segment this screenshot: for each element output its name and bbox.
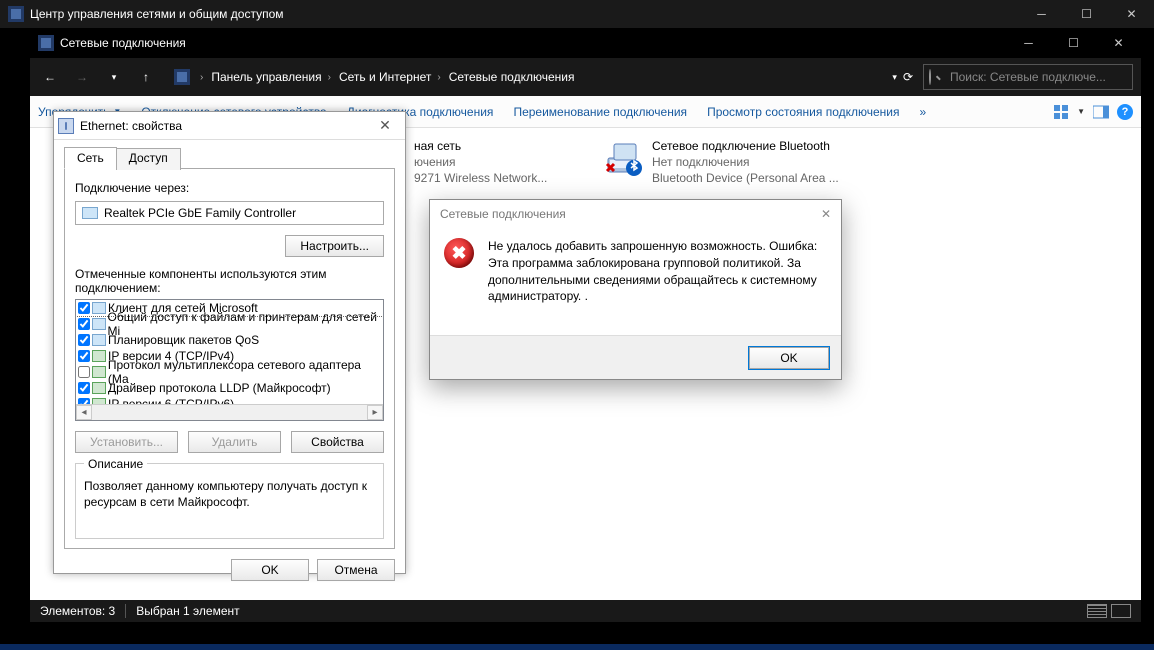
connection-item-bluetooth[interactable]: Сетевое подключение Bluetooth Нет подклю… [604,138,864,187]
error-dialog: Сетевые подключения ✕ ✖ Не удалось добав… [429,199,842,380]
component-checkbox[interactable] [78,334,90,346]
adapter-icon [82,207,98,219]
connect-via-label: Подключение через: [75,181,384,195]
ethernet-icon [58,118,74,134]
tab-bar: Сеть Доступ [64,146,395,169]
close-button[interactable]: ✕ [821,207,831,221]
connection-status: ючения [414,154,547,170]
icons-view-button[interactable] [1111,604,1131,618]
ethernet-properties-dialog: Ethernet: свойства ✕ Сеть Доступ Подключ… [53,111,406,574]
description-title: Описание [84,457,147,471]
minimize-button[interactable]: ─ [1006,29,1051,57]
properties-button[interactable]: Свойства [291,431,384,453]
refresh-button[interactable]: ⟳ [903,70,913,84]
component-item[interactable]: Общий доступ к файлам и принтерам для се… [76,316,383,332]
components-label: Отмеченные компоненты используются этим … [75,267,384,295]
back-button[interactable]: ← [36,63,64,91]
scroll-right-button[interactable]: ▸ [367,405,383,420]
connection-device: Bluetooth Device (Personal Area ... [652,170,839,186]
component-item[interactable]: Протокол мультиплексора сетевого адаптер… [76,364,383,380]
error-title: Сетевые подключения [440,207,821,221]
address-dropdown-button[interactable]: ▾ [892,72,897,83]
protocol-icon [92,382,106,394]
component-label: Драйвер протокола LLDP (Майкрософт) [108,381,331,395]
explorer-statusbar: Элементов: 3 Выбран 1 элемент [30,600,1141,622]
component-label: Планировщик пакетов QoS [108,333,259,347]
explorer-titlebar[interactable]: Сетевые подключения ─ ☐ ✕ [30,28,1141,58]
component-checkbox[interactable] [78,366,90,378]
ok-button[interactable]: OK [749,347,829,369]
bluetooth-icon [604,138,644,178]
cancel-button[interactable]: Отмена [317,559,395,581]
breadcrumb-item[interactable]: Панель управления› [207,70,335,84]
protocol-icon [92,350,106,362]
address-bar[interactable]: › Панель управления› Сеть и Интернет› Се… [170,64,876,90]
connection-name: ная сеть [414,138,547,154]
preview-pane-button[interactable] [1093,104,1109,120]
network-connections-icon [38,35,54,51]
dialog-titlebar[interactable]: Ethernet: свойства ✕ [54,112,405,140]
adapter-name: Realtek PCIe GbE Family Controller [104,206,296,220]
component-checkbox[interactable] [78,302,90,314]
description-group: Описание Позволяет данному компьютеру по… [75,463,384,539]
minimize-button[interactable]: ─ [1019,0,1064,28]
search-placeholder: Поиск: Сетевые подключе... [950,70,1106,84]
rename-button[interactable]: Переименование подключения [513,105,687,119]
help-button[interactable]: ? [1117,104,1133,120]
connection-name: Сетевое подключение Bluetooth [652,138,839,154]
error-message: Не удалось добавить запрошенную возможно… [488,238,827,305]
parent-window-titlebar: Центр управления сетями и общим доступом… [0,0,1154,28]
network-center-icon [8,6,24,22]
up-button[interactable]: ↑ [132,63,160,91]
breadcrumb-item[interactable]: Сетевые подключения [445,70,579,84]
search-input[interactable]: Поиск: Сетевые подключе... [923,64,1133,90]
dialog-title: Ethernet: свойства [80,119,369,133]
connection-item-wifi[interactable]: ная сеть ючения 9271 Wireless Network... [414,138,564,187]
maximize-button[interactable]: ☐ [1051,29,1096,57]
forward-button[interactable]: → [68,63,96,91]
maximize-button[interactable]: ☐ [1064,0,1109,28]
configure-button[interactable]: Настроить... [285,235,384,257]
tab-network[interactable]: Сеть [64,147,117,169]
scroll-left-button[interactable]: ◂ [76,405,92,420]
search-icon [929,69,931,85]
details-view-button[interactable] [1087,604,1107,618]
overflow-button[interactable]: » [920,105,927,119]
taskbar[interactable] [0,644,1154,650]
uninstall-button[interactable]: Удалить [188,431,281,453]
tab-access[interactable]: Доступ [116,148,181,170]
connection-device: 9271 Wireless Network... [414,170,547,186]
horizontal-scrollbar[interactable]: ◂ ▸ [76,404,383,420]
component-checkbox[interactable] [78,350,90,362]
protocol-icon [92,366,106,378]
error-titlebar[interactable]: Сетевые подключения ✕ [430,200,841,228]
explorer-title: Сетевые подключения [60,36,1006,50]
component-checkbox[interactable] [78,318,90,330]
component-checkbox[interactable] [78,382,90,394]
error-icon: ✖ [444,238,474,268]
close-button[interactable]: ✕ [1096,29,1141,57]
explorer-navbar: ← → ▾ ↑ › Панель управления› Сеть и Инте… [30,58,1141,96]
status-selected-count: Выбран 1 элемент [136,604,239,618]
connection-status: Нет подключения [652,154,839,170]
client-icon [92,302,106,314]
close-button[interactable]: ✕ [369,115,401,137]
view-status-button[interactable]: Просмотр состояния подключения [707,105,899,119]
addressbar-icon [174,69,190,85]
view-options-button[interactable] [1053,104,1069,120]
close-button[interactable]: ✕ [1109,0,1154,28]
client-icon [92,334,106,346]
breadcrumb-item[interactable]: Сеть и Интернет› [335,70,445,84]
parent-window-title: Центр управления сетями и общим доступом [30,7,1019,21]
client-icon [92,318,106,330]
ok-button[interactable]: OK [231,559,309,581]
status-item-count: Элементов: 3 [40,604,115,618]
adapter-field: Realtek PCIe GbE Family Controller [75,201,384,225]
description-text: Позволяет данному компьютеру получать до… [84,478,375,510]
install-button[interactable]: Установить... [75,431,178,453]
recent-locations-button[interactable]: ▾ [100,63,128,91]
components-listbox[interactable]: Клиент для сетей MicrosoftОбщий доступ к… [75,299,384,421]
